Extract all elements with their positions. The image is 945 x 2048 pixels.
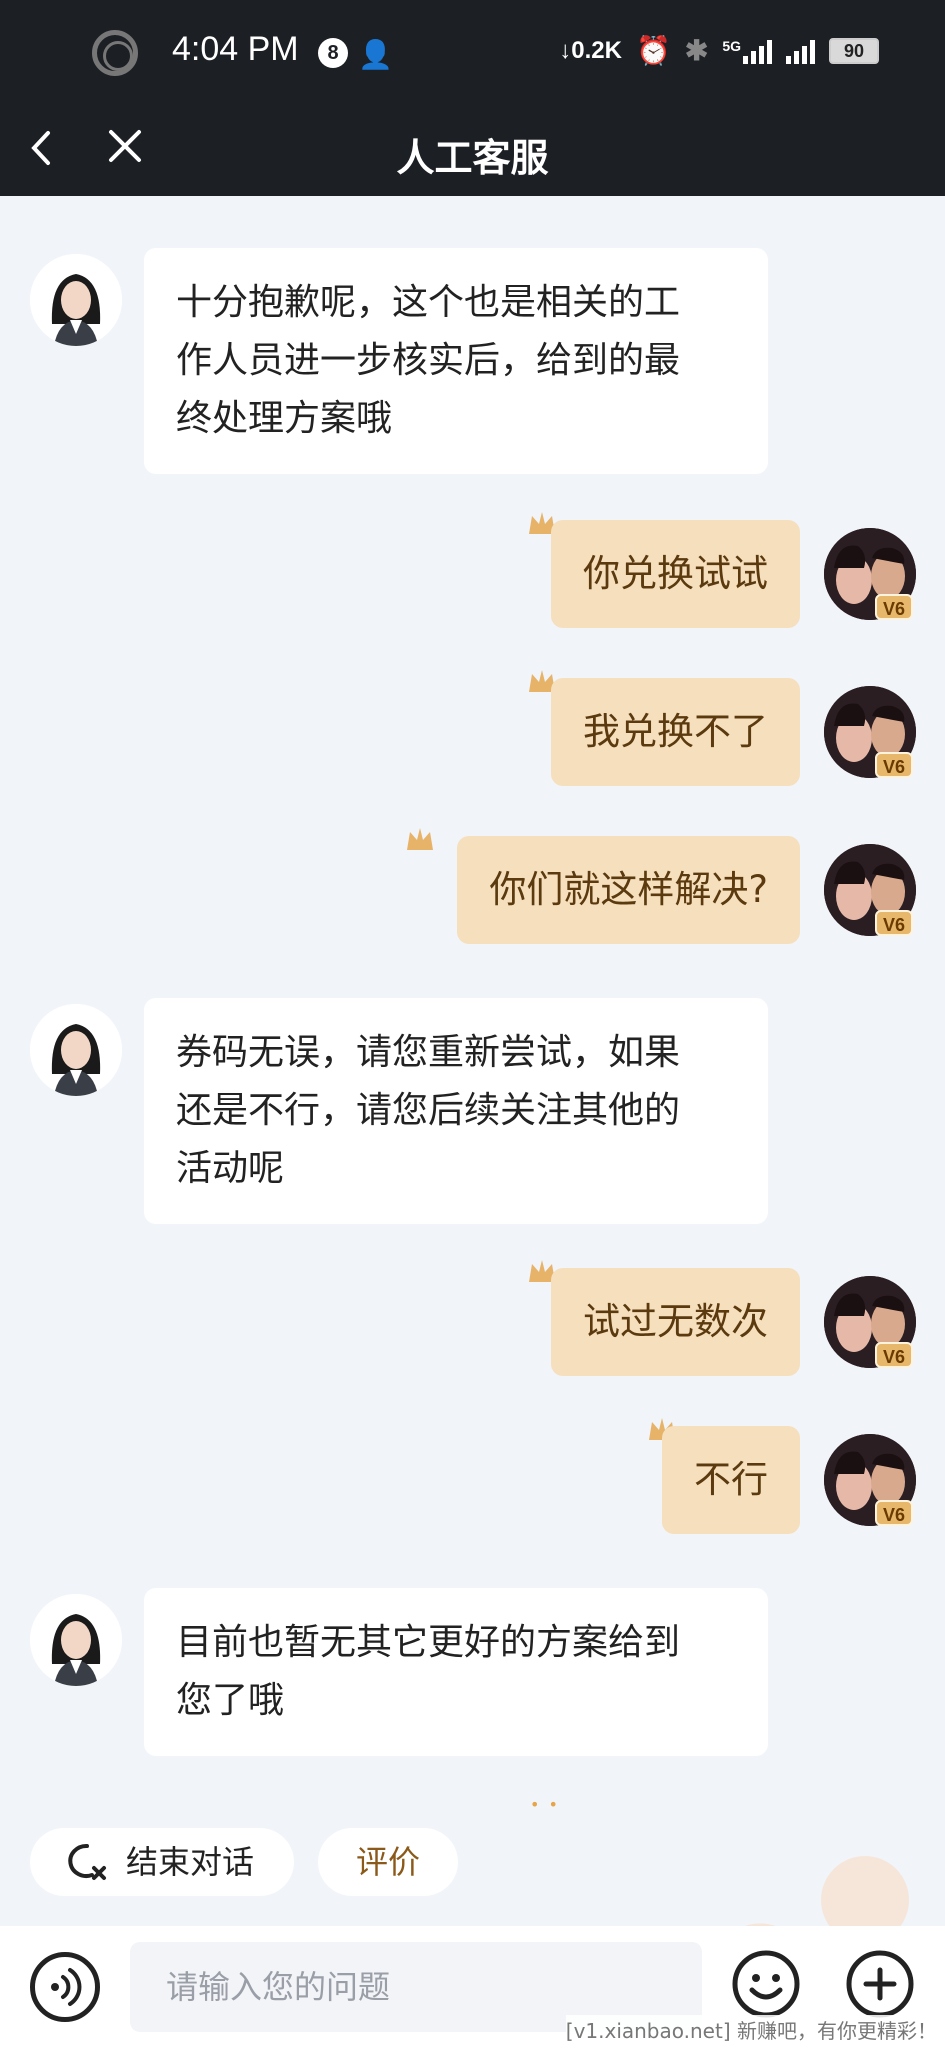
agent-avatar xyxy=(30,254,122,346)
alarm-icon: ⏰ xyxy=(635,35,671,66)
message-line: 终处理方案哦 xyxy=(176,398,393,439)
source-watermark-text: [v1.xianbao.net] 新赚吧，有你更精彩！ xyxy=(565,2015,937,2044)
status-bar: 4:04 PM 8 👤 ↓0.2K ⏰ ✱ 5G 90 xyxy=(0,0,945,105)
agent-message-bubble: 券码无误，请您重新尝试，如果 还是不行，请您后续关注其他的 活动呢 xyxy=(144,998,768,1224)
level-badge: V6 xyxy=(875,910,913,936)
battery-icon: 90 xyxy=(829,37,879,64)
signal-icon xyxy=(786,38,815,64)
message-line: 还是不行，请您后续关注其他的 xyxy=(176,1090,681,1131)
level-badge: V6 xyxy=(875,594,913,620)
network-label: 5G xyxy=(722,37,741,54)
person-icon: 👤 xyxy=(358,38,393,71)
user-message-bubble: 试过无数次 xyxy=(551,1268,800,1376)
crown-icon xyxy=(404,824,436,854)
record-icon xyxy=(92,30,138,76)
rate-button[interactable]: 评价 xyxy=(318,1828,458,1896)
voice-button[interactable] xyxy=(30,1952,100,2022)
user-message-bubble: 你们就这样解决? xyxy=(457,836,800,944)
end-chat-button[interactable]: 结束对话 xyxy=(30,1828,294,1896)
status-icons: ↓0.2K ⏰ ✱ 5G 90 xyxy=(559,34,879,67)
plus-icon xyxy=(846,1950,914,2018)
voice-icon xyxy=(51,1968,82,2006)
message-line: 作人员进一步核实后，给到的最 xyxy=(176,340,681,381)
agent-message-bubble: 十分抱歉呢，这个也是相关的工 作人员进一步核实后，给到的最 终处理方案哦 xyxy=(144,248,768,474)
emoji-icon xyxy=(732,1950,800,2018)
page-title: 人工客服 xyxy=(396,136,549,180)
user-message-bubble: 不行 xyxy=(662,1426,800,1534)
agent-avatar xyxy=(30,1004,122,1096)
chat-thread[interactable]: 十分抱歉呢，这个也是相关的工 作人员进一步核实后，给到的最 终处理方案哦 你兑换… xyxy=(0,196,945,1926)
user-message-bubble: 我兑换不了 xyxy=(551,678,800,786)
agent-message-bubble: 目前也暂无其它更好的方案给到 您了哦 xyxy=(144,1588,768,1756)
agent-avatar xyxy=(30,1594,122,1686)
status-time: 4:04 PM xyxy=(172,30,299,68)
notification-count-badge: 8 xyxy=(318,38,348,68)
user-message-bubble: 你兑换试试 xyxy=(551,520,800,628)
input-bar: [v1.xianbao.net] 新赚吧，有你更精彩！ xyxy=(0,1926,945,2048)
end-chat-label: 结束对话 xyxy=(126,1843,255,1881)
chat-header: 人工客服 xyxy=(0,105,945,196)
message-line: 十分抱歉呢，这个也是相关的工 xyxy=(176,282,681,323)
level-badge: V6 xyxy=(875,1342,913,1368)
top-bar: 4:04 PM 8 👤 ↓0.2K ⏰ ✱ 5G 90 人工客服 xyxy=(0,0,945,196)
emoji-button[interactable] xyxy=(730,1948,802,2020)
signal-5g-icon: 5G xyxy=(722,38,772,64)
end-chat-icon xyxy=(68,1843,106,1880)
message-line: 活动呢 xyxy=(176,1148,285,1189)
add-attachment-button[interactable] xyxy=(844,1948,916,2020)
message-line: 目前也暂无其它更好的方案给到 xyxy=(176,1622,681,1663)
level-badge: V6 xyxy=(875,752,913,778)
loading-dots: • • xyxy=(530,1795,560,1814)
net-speed: ↓0.2K xyxy=(559,36,622,64)
message-line: 您了哦 xyxy=(176,1680,285,1721)
message-line: 券码无误，请您重新尝试，如果 xyxy=(176,1032,681,1073)
level-badge: V6 xyxy=(875,1500,913,1526)
bluetooth-icon: ✱ xyxy=(684,35,709,66)
